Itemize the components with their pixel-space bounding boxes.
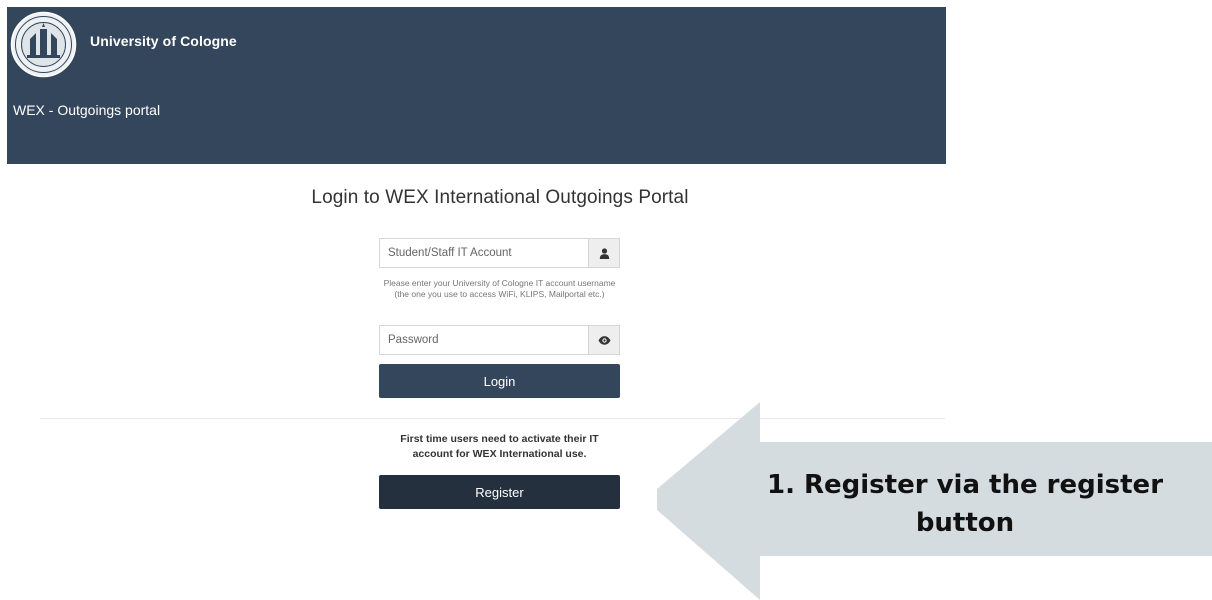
- account-input[interactable]: [380, 239, 590, 267]
- section-divider: [40, 418, 945, 419]
- callout-line-1: 1. Register via the register: [766, 470, 1164, 500]
- university-name: University of Cologne: [90, 33, 237, 49]
- password-input[interactable]: [380, 326, 590, 354]
- university-seal-logo: [10, 11, 77, 78]
- register-button[interactable]: Register: [379, 475, 620, 509]
- header-banner: University of Cologne WEX - Outgoings po…: [7, 7, 946, 164]
- portal-name: WEX - Outgoings portal: [13, 102, 161, 118]
- password-input-group: [379, 325, 620, 355]
- page-title: Login to WEX International Outgoings Por…: [311, 187, 689, 208]
- user-icon: [588, 239, 619, 267]
- eye-icon[interactable]: [588, 326, 619, 354]
- first-time-notice: First time users need to activate their …: [400, 433, 599, 460]
- account-input-group: [379, 238, 620, 268]
- login-button[interactable]: Login: [379, 364, 620, 398]
- callout-line-2: button: [915, 508, 1015, 538]
- annotation-callout: 1. Register via the register button: [730, 466, 1200, 542]
- account-help-text: Please enter your University of Cologne …: [383, 278, 616, 299]
